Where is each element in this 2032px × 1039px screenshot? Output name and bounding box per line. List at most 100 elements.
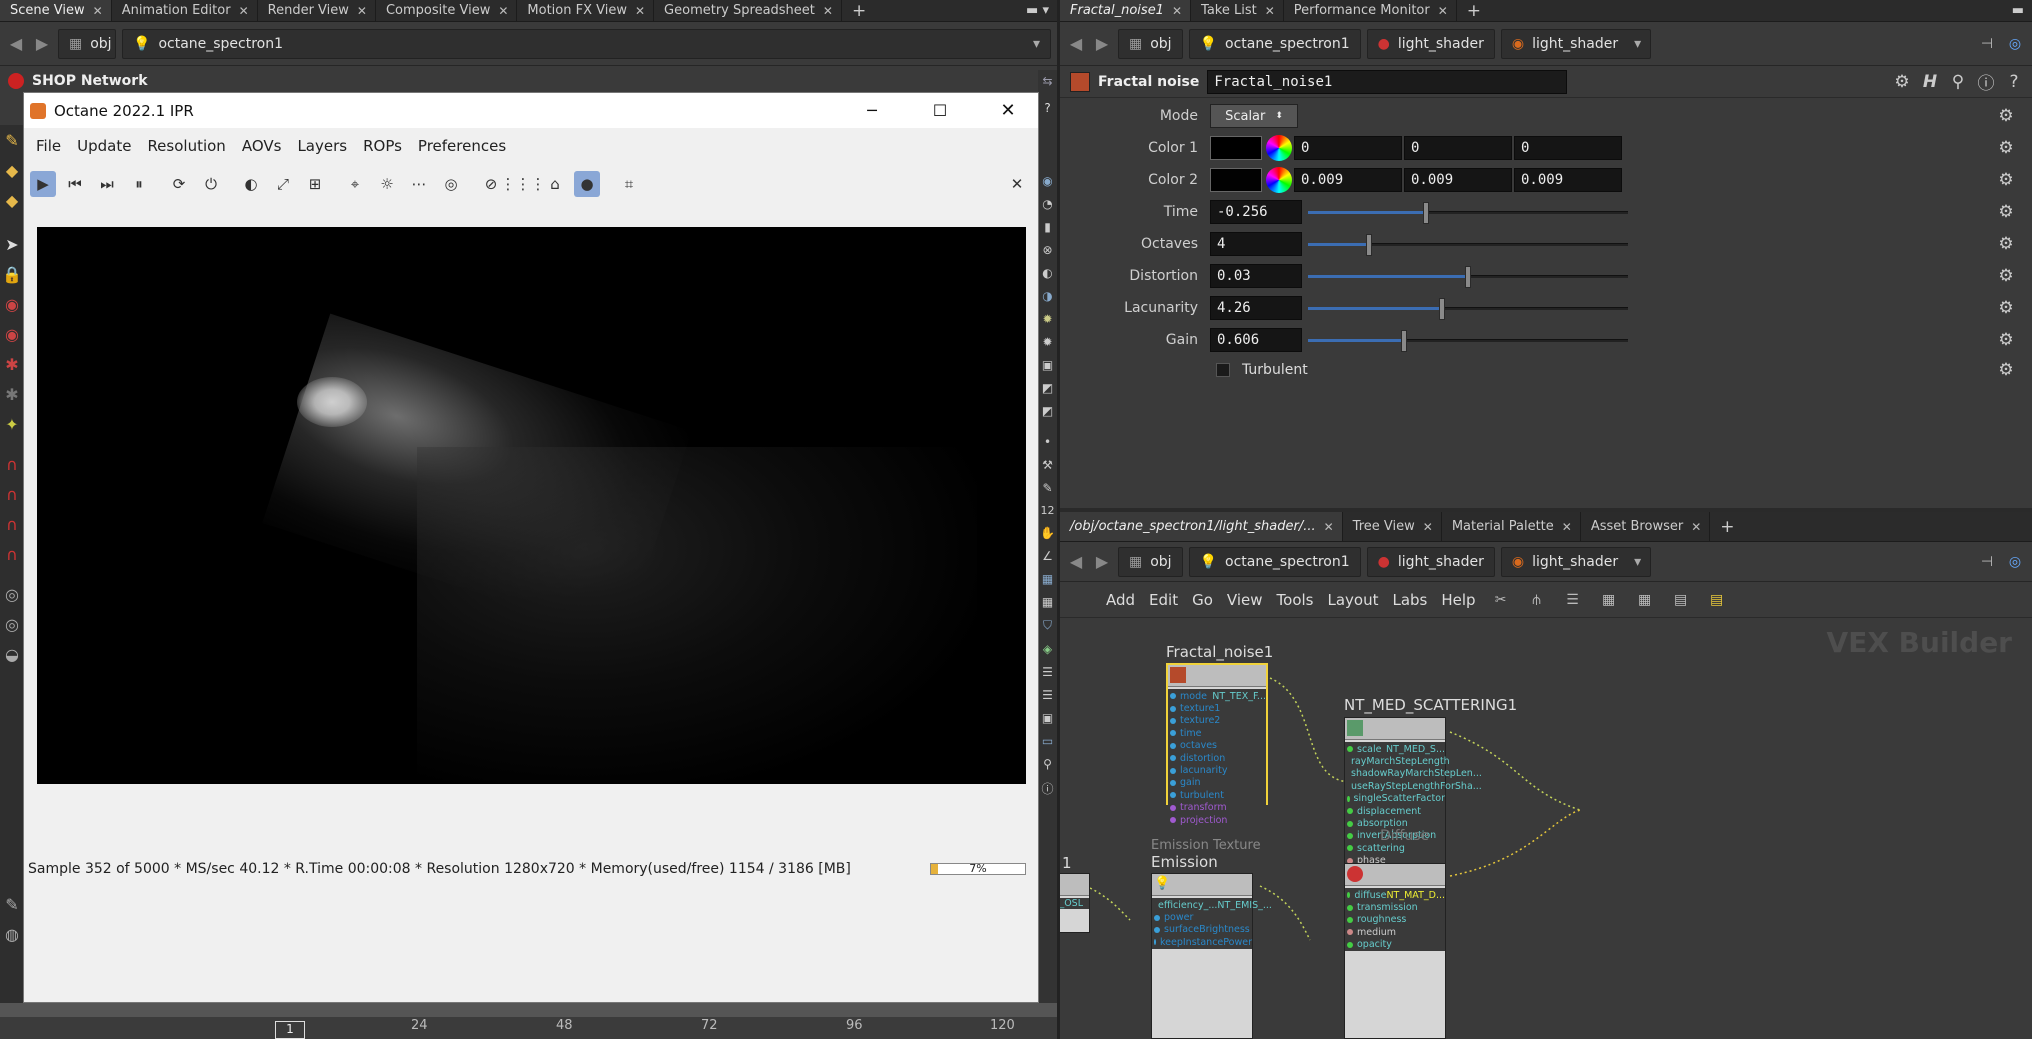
dots-icon[interactable]: ⋯ (406, 171, 432, 197)
grid-icon[interactable]: ⇆ (1042, 74, 1052, 88)
close-icon[interactable]: ✕ (823, 4, 833, 18)
close-icon[interactable]: ⊗ (1042, 243, 1052, 257)
frame-icon[interactable]: ▦ (1042, 572, 1053, 586)
eye-icon[interactable]: ◉ (1042, 174, 1052, 188)
focus-icon[interactable]: ⌖ (342, 171, 368, 197)
port[interactable]: surfaceBrightness (1152, 924, 1252, 936)
cube-icon[interactable]: ◩ (1042, 381, 1053, 395)
pane-menu-icon[interactable]: ▬ ▾ (1016, 0, 1057, 21)
tab-tree-view[interactable]: Tree View ✕ (1343, 512, 1442, 541)
param-slider[interactable] (1308, 296, 1628, 320)
tools-icon[interactable]: ✕ (1004, 171, 1030, 197)
target-icon[interactable]: ◎ (438, 171, 464, 197)
gear-icon[interactable]: ⚙ (1996, 234, 2016, 254)
breadcrumb-obj[interactable]: ▦ obj (1118, 546, 1183, 577)
close-icon[interactable]: ✕ (1172, 4, 1182, 18)
home-icon[interactable]: ⌂ (542, 171, 568, 197)
close-icon[interactable]: ✕ (1562, 520, 1572, 534)
net-menu-add[interactable]: Add (1106, 591, 1135, 609)
pause-icon[interactable]: ⏸ (126, 171, 152, 197)
grid-icon[interactable]: ▦ (1598, 589, 1620, 611)
close-icon[interactable]: ✕ (1324, 520, 1334, 534)
close-icon[interactable]: ✕ (635, 4, 645, 18)
current-frame[interactable]: 1 (275, 1021, 305, 1039)
target-icon[interactable]: ◎ (0, 609, 24, 639)
port[interactable]: texture2 (1168, 715, 1266, 727)
back-arrow-icon[interactable]: ◀ (1066, 34, 1086, 53)
play-icon[interactable]: ▶ (30, 171, 56, 197)
slider-handle[interactable] (1401, 330, 1407, 352)
breadcrumb-obj[interactable]: ▦ obj (1118, 28, 1183, 59)
tab-asset-browser[interactable]: Asset Browser ✕ (1581, 512, 1711, 541)
port[interactable]: efficiency_... NT_EMIS_... (1152, 899, 1272, 911)
menu-aovs[interactable]: AOVs (242, 137, 282, 155)
wand-icon[interactable]: ✎ (0, 125, 24, 155)
tab-material-palette[interactable]: Material Palette ✕ (1442, 512, 1581, 541)
port[interactable]: turbulent (1168, 789, 1266, 801)
color2-g-input[interactable]: 0.009 (1404, 168, 1512, 192)
lock-icon[interactable]: ▮ (1044, 220, 1051, 234)
rig-icon[interactable]: ✱ (0, 349, 24, 379)
breadcrumb-obj[interactable]: ▦ obj (58, 28, 116, 59)
color1-r-input[interactable]: 0 (1294, 136, 1402, 160)
link-icon[interactable]: ◎ (2004, 33, 2026, 55)
cup-icon[interactable]: ◒ (0, 639, 24, 669)
breadcrumb-light-shader-2[interactable]: ◉ light_shader ▾ (1500, 546, 1651, 577)
port[interactable]: time (1168, 727, 1266, 739)
brush-icon[interactable]: ◆ (0, 185, 24, 215)
slider-handle[interactable] (1439, 298, 1446, 320)
add-tab-icon[interactable]: + (1710, 512, 1742, 541)
sun-icon[interactable]: ✹ (1042, 335, 1052, 349)
param-slider[interactable] (1308, 232, 1628, 256)
param-value-input[interactable]: 0.606 (1210, 328, 1302, 352)
close-icon[interactable]: ✕ (498, 4, 508, 18)
port[interactable]: roughness (1345, 914, 1445, 926)
net-menu-view[interactable]: View (1227, 591, 1263, 609)
param-value-input[interactable]: 4 (1210, 232, 1302, 256)
tab-scene-view[interactable]: Scene View ✕ (0, 0, 112, 21)
breadcrumb-light-shader-2[interactable]: ◉ light_shader ▾ (1500, 28, 1651, 59)
refresh-icon[interactable]: ⟳ (166, 171, 192, 197)
close-icon[interactable]: ✕ (1438, 4, 1448, 18)
maximize-icon[interactable]: ☐ (910, 101, 970, 120)
chevron-down-icon[interactable]: ▾ (1634, 554, 1641, 570)
slider-handle[interactable] (1465, 266, 1471, 288)
menu-preferences[interactable]: Preferences (418, 137, 506, 155)
close-icon[interactable]: ✕ (978, 100, 1038, 121)
gear-icon[interactable]: ⚙ (1996, 138, 2016, 158)
port[interactable]: rayMarchStepLength (1345, 755, 1450, 767)
magnet-icon[interactable]: ∩ (0, 509, 24, 539)
port[interactable]: diffuse NT_MAT_D... (1345, 889, 1445, 901)
camera-icon[interactable]: ◉ (0, 289, 24, 319)
net-menu-help[interactable]: Help (1441, 591, 1475, 609)
port[interactable]: texture1 (1168, 702, 1266, 714)
globe-icon[interactable]: ◍ (0, 919, 24, 949)
color2-b-input[interactable]: 0.009 (1514, 168, 1622, 192)
port[interactable]: scale NT_MED_S... (1345, 743, 1445, 755)
chevron-down-icon[interactable]: ▾ (1634, 36, 1641, 52)
menu-rops[interactable]: ROPs (363, 137, 402, 155)
color1-g-input[interactable]: 0 (1404, 136, 1512, 160)
search-icon[interactable]: ⚲ (1948, 72, 1968, 92)
rewind-icon[interactable]: ⏮ (62, 171, 88, 197)
frame2-icon[interactable]: ▦ (1042, 595, 1053, 609)
breadcrumb-spectron[interactable]: 💡 octane_spectron1 (1188, 546, 1361, 577)
power-icon[interactable]: ⏻ (198, 171, 224, 197)
render-icon[interactable]: ◎ (0, 579, 24, 609)
breadcrumb-spectron[interactable]: 💡 octane_spectron1 ▾ (122, 28, 1051, 59)
magnet-icon[interactable]: ∩ (0, 539, 24, 569)
pin-icon[interactable]: ⊣ (1976, 551, 1998, 573)
network-canvas[interactable]: VEX Builder Fractal_noise1 mode NT_TEX_F.… (1060, 620, 2032, 1039)
breadcrumb-light-shader[interactable]: ● light_shader (1366, 28, 1495, 59)
info-icon[interactable]: ⓘ (1041, 780, 1053, 797)
slider-handle[interactable] (1365, 234, 1372, 256)
tab-animation-editor[interactable]: Animation Editor ✕ (112, 0, 258, 21)
menu-resolution[interactable]: Resolution (147, 137, 225, 155)
back-arrow-icon[interactable]: ◀ (6, 34, 26, 53)
pin-icon[interactable]: ⊣ (1976, 33, 1998, 55)
breadcrumb-light-shader[interactable]: ● light_shader (1366, 546, 1495, 577)
net-menu-tools[interactable]: Tools (1277, 591, 1314, 609)
gear-icon[interactable]: ⚙ (1996, 298, 2016, 318)
brush-icon[interactable]: ✎ (1042, 481, 1052, 495)
tab-render-view[interactable]: Render View ✕ (258, 0, 376, 21)
